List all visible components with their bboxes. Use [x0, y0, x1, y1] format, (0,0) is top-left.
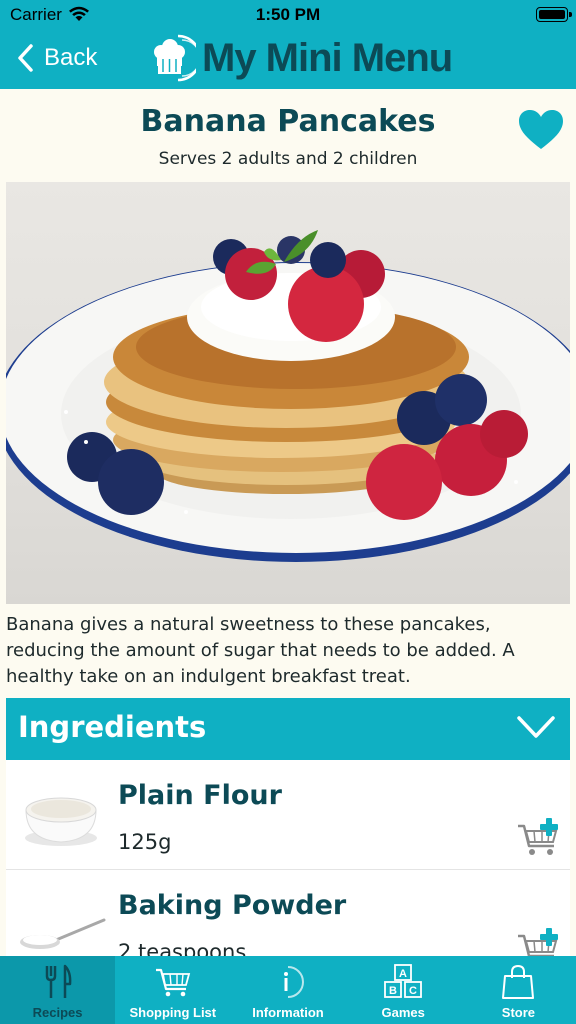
chevron-down-icon — [517, 716, 555, 738]
recipe-photo — [6, 182, 570, 604]
ingredients-heading: Ingredients — [18, 710, 207, 744]
battery-icon — [536, 7, 572, 22]
tab-store[interactable]: Store — [461, 956, 576, 1024]
recipe-header: Banana Pancakes Serves 2 adults and 2 ch… — [0, 89, 576, 182]
status-bar: Carrier 1:50 PM — [0, 0, 576, 30]
svg-text:C: C — [409, 985, 417, 997]
recipe-screen: Carrier 1:50 PM Back My Mini Menu Banana… — [0, 0, 576, 1024]
tab-information[interactable]: Information — [230, 956, 345, 1024]
ingredients-list: Plain Flour 125g Baking Powder 2 teaspoo… — [6, 760, 570, 980]
status-time: 1:50 PM — [255, 5, 321, 24]
cart-icon — [155, 968, 190, 997]
app-title: My Mini Menu — [202, 35, 453, 80]
back-label: Back — [44, 44, 98, 71]
add-to-cart-icon[interactable] — [516, 818, 562, 858]
svg-text:B: B — [389, 985, 397, 997]
baking-powder-spoon-image — [20, 918, 106, 949]
ingredient-name: Baking Powder — [118, 890, 347, 921]
favorite-heart-icon[interactable] — [518, 109, 564, 151]
tab-label: Games — [381, 1005, 425, 1020]
chef-hat-icon — [154, 34, 196, 82]
flour-bowl-image — [25, 797, 97, 846]
ingredient-row[interactable]: Plain Flour 125g — [6, 760, 570, 870]
ingredients-section-toggle[interactable]: Ingredients — [6, 698, 570, 760]
recipe-title: Banana Pancakes — [140, 104, 436, 139]
svg-text:A: A — [399, 968, 407, 980]
tab-bar: Recipes Shopping List Information A B C … — [0, 956, 576, 1024]
pancake-stack-illustration — [6, 230, 570, 562]
chevron-left-icon — [18, 44, 33, 72]
back-button[interactable]: Back — [16, 40, 97, 76]
tab-recipes[interactable]: Recipes — [0, 956, 116, 1024]
info-icon — [284, 966, 304, 998]
tab-label: Recipes — [32, 1005, 83, 1020]
abc-blocks-icon: A B C — [384, 964, 423, 998]
navigation-bar: Carrier 1:50 PM Back My Mini Menu — [0, 0, 576, 89]
recipe-servings: Serves 2 adults and 2 children — [158, 149, 418, 169]
ingredient-quantity: 125g — [118, 830, 172, 854]
tab-label: Store — [501, 1005, 536, 1020]
fork-knife-icon — [45, 964, 71, 998]
tab-label: Shopping List — [129, 1005, 217, 1020]
tab-shopping-list[interactable]: Shopping List — [115, 956, 230, 1024]
ingredient-name: Plain Flour — [118, 780, 282, 811]
recipe-description: Banana gives a natural sweetness to thes… — [6, 614, 515, 687]
tab-label: Information — [252, 1005, 324, 1020]
tab-games[interactable]: A B C Games — [346, 956, 461, 1024]
shopping-bag-icon — [502, 964, 535, 999]
app-logo: My Mini Menu — [150, 30, 453, 86]
